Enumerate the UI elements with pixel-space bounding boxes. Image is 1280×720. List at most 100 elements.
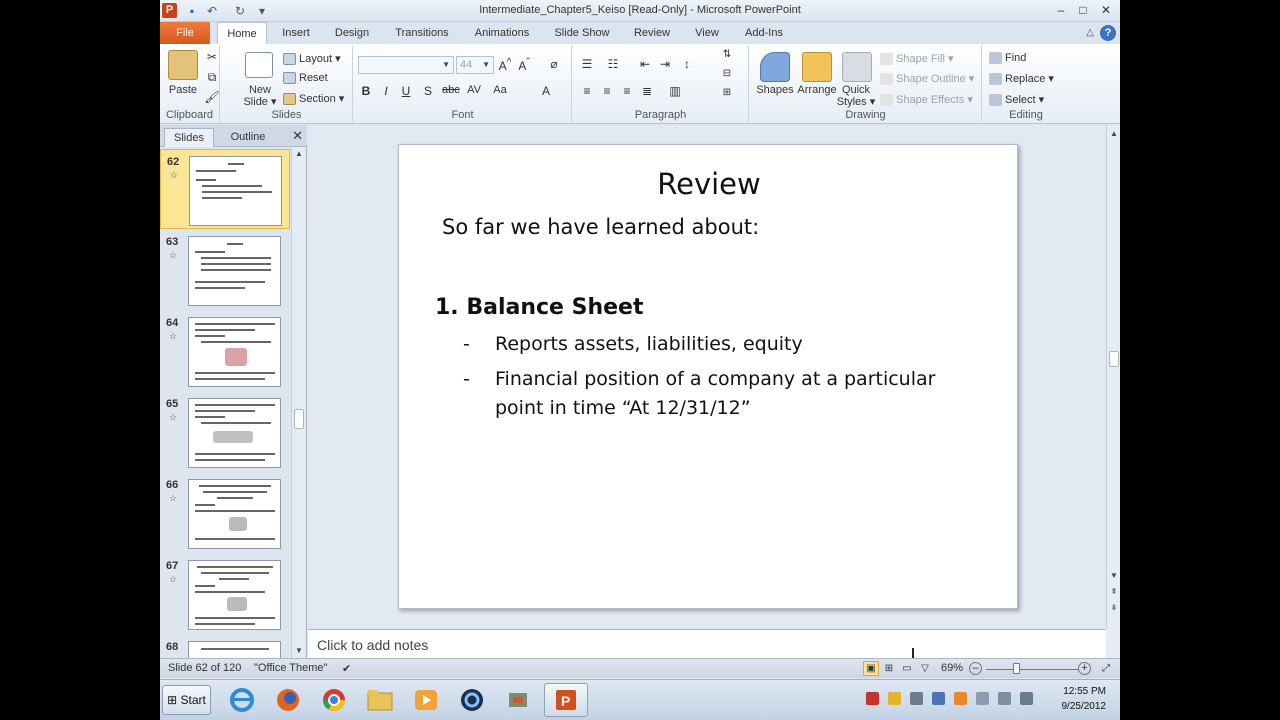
scroll-up-icon[interactable]: ▲ <box>1107 127 1120 141</box>
tab-insert[interactable]: Insert <box>274 22 318 44</box>
maximize-icon[interactable]: □ <box>1074 2 1092 18</box>
strikethrough-icon[interactable]: abc <box>442 84 460 96</box>
chrome-taskbar-icon[interactable] <box>312 683 356 717</box>
font-color-icon[interactable]: A <box>538 84 554 98</box>
paste-icon[interactable] <box>168 50 198 80</box>
tab-slides-pane[interactable]: Slides <box>164 128 214 147</box>
tray-flag-icon[interactable] <box>976 692 989 705</box>
reset-button[interactable]: Reset <box>283 72 328 85</box>
slide-intro-text[interactable]: So far we have learned about: <box>442 215 759 239</box>
arrange-button[interactable]: Arrange <box>794 84 840 96</box>
slide-thumbnail-66[interactable]: 66 ☆ <box>160 473 290 553</box>
tab-add-ins[interactable]: Add-Ins <box>740 22 788 44</box>
fit-to-window-icon[interactable]: ⤢ <box>1098 661 1114 676</box>
line-spacing-icon[interactable]: ↕ <box>679 57 695 71</box>
justify-icon[interactable]: ≣ <box>639 84 655 98</box>
slide-thumbnail-62[interactable]: 62 ☆ <box>160 149 290 229</box>
normal-view-icon[interactable]: ▣ <box>863 661 879 676</box>
new-slide-button[interactable]: New Slide ▾ <box>239 84 281 108</box>
underline-icon[interactable]: U <box>398 84 414 98</box>
smartart-icon[interactable]: ⊞ <box>719 87 735 98</box>
taskbar-clock[interactable]: 12:55 PM 9/25/2012 <box>1062 684 1107 714</box>
slide-title[interactable]: Review <box>399 167 1019 201</box>
tab-file[interactable]: File <box>160 22 210 44</box>
tray-volume-icon[interactable] <box>1020 692 1033 705</box>
theme-name[interactable]: "Office Theme" <box>254 662 327 674</box>
clear-formatting-icon[interactable]: ⌀ <box>546 57 562 71</box>
quick-styles-icon[interactable] <box>842 52 872 82</box>
tab-animations[interactable]: Animations <box>468 22 536 44</box>
font-name-combo[interactable]: ▼ <box>358 56 454 74</box>
minimize-icon[interactable]: – <box>1052 2 1070 18</box>
slide-scrollbar[interactable]: ▲ ▼ ⇞ ⇟ <box>1106 125 1120 628</box>
tray-display-icon[interactable] <box>998 692 1011 705</box>
tab-transitions[interactable]: Transitions <box>390 22 454 44</box>
scroll-thumb[interactable] <box>294 409 304 429</box>
tab-design[interactable]: Design <box>330 22 374 44</box>
find-button[interactable]: Find <box>989 52 1026 65</box>
close-window-icon[interactable]: ✕ <box>1097 2 1115 18</box>
tray-acrobat-icon[interactable] <box>866 692 879 705</box>
align-left-icon[interactable]: ≡ <box>579 84 595 98</box>
tools-taskbar-icon[interactable] <box>496 683 540 717</box>
slide-thumbnail-68[interactable]: 68 <box>160 635 290 658</box>
italic-icon[interactable]: I <box>378 84 394 98</box>
spell-check-icon[interactable]: ✔ <box>342 662 351 675</box>
shrink-font-icon[interactable]: Aˇ <box>516 57 532 73</box>
grow-font-icon[interactable]: A^ <box>497 57 513 73</box>
slide-thumbnail-64[interactable]: 64 ☆ <box>160 311 290 391</box>
firefox-taskbar-icon[interactable] <box>266 683 310 717</box>
scroll-up-icon[interactable]: ▲ <box>292 147 306 161</box>
close-pane-icon[interactable]: ✕ <box>292 128 303 144</box>
character-spacing-icon[interactable]: AV <box>466 84 482 96</box>
layout-button[interactable]: Layout ▾ <box>283 52 341 66</box>
shape-effects-button[interactable]: Shape Effects ▾ <box>880 93 973 107</box>
select-button[interactable]: Select ▾ <box>989 93 1044 107</box>
numbering-icon[interactable]: ☷ <box>605 57 621 71</box>
replace-button[interactable]: Replace ▾ <box>989 72 1054 86</box>
paste-button[interactable]: Paste <box>164 84 202 96</box>
bullets-icon[interactable]: ☰ <box>579 57 595 71</box>
media-player-taskbar-icon[interactable] <box>404 683 448 717</box>
slide-thumbnail-65[interactable]: 65 ☆ <box>160 392 290 472</box>
zoom-out-icon[interactable]: – <box>969 662 982 675</box>
zoom-slider-thumb[interactable] <box>1013 663 1020 674</box>
minimize-ribbon-icon[interactable]: △ <box>1086 27 1094 38</box>
section-button[interactable]: Section ▾ <box>283 92 344 106</box>
tab-outline-pane[interactable]: Outline <box>220 128 276 147</box>
columns-icon[interactable]: ▥ <box>667 84 683 98</box>
powerpoint-taskbar-icon[interactable]: P <box>544 683 588 717</box>
tray-tool-icon[interactable] <box>910 692 923 705</box>
notes-scrollbar[interactable] <box>1106 629 1120 658</box>
help-icon[interactable]: ? <box>1100 25 1116 41</box>
reading-view-icon[interactable]: ▭ <box>899 661 915 676</box>
current-slide[interactable]: Review So far we have learned about: 1. … <box>398 144 1018 609</box>
tab-home[interactable]: Home <box>217 22 267 44</box>
change-case-icon[interactable]: Aa <box>492 84 508 96</box>
tray-network-icon[interactable] <box>932 692 945 705</box>
tab-view[interactable]: View <box>690 22 724 44</box>
tray-shield-icon[interactable] <box>888 692 901 705</box>
previous-slide-icon[interactable]: ⇞ <box>1107 585 1120 599</box>
next-slide-icon[interactable]: ⇟ <box>1107 601 1120 615</box>
text-direction-icon[interactable]: ⇅ <box>719 49 735 60</box>
align-text-icon[interactable]: ⊟ <box>719 68 735 79</box>
quick-styles-button[interactable]: Quick Styles ▾ <box>836 84 876 108</box>
slide-thumbnail-67[interactable]: 67 ☆ <box>160 554 290 634</box>
format-painter-icon[interactable]: 🖌 <box>204 90 220 104</box>
notes-pane[interactable]: Click to add notes <box>308 629 1106 658</box>
tab-slide-show[interactable]: Slide Show <box>550 22 614 44</box>
align-right-icon[interactable]: ≡ <box>619 84 635 98</box>
shape-fill-button[interactable]: Shape Fill ▾ <box>880 52 954 66</box>
scroll-down-icon[interactable]: ▼ <box>292 644 306 658</box>
shapes-button[interactable]: Shapes <box>752 84 798 96</box>
copy-icon[interactable]: ⧉ <box>204 70 220 85</box>
shape-outline-button[interactable]: Shape Outline ▾ <box>880 72 974 86</box>
bold-icon[interactable]: B <box>358 84 374 98</box>
scroll-down-icon[interactable]: ▼ <box>1107 569 1120 583</box>
shapes-icon[interactable] <box>760 52 790 82</box>
slide-show-icon[interactable]: ▽ <box>917 661 933 676</box>
new-slide-icon[interactable] <box>245 52 273 78</box>
screen-recorder-taskbar-icon[interactable] <box>450 683 494 717</box>
slide-heading[interactable]: 1. Balance Sheet <box>435 295 643 320</box>
